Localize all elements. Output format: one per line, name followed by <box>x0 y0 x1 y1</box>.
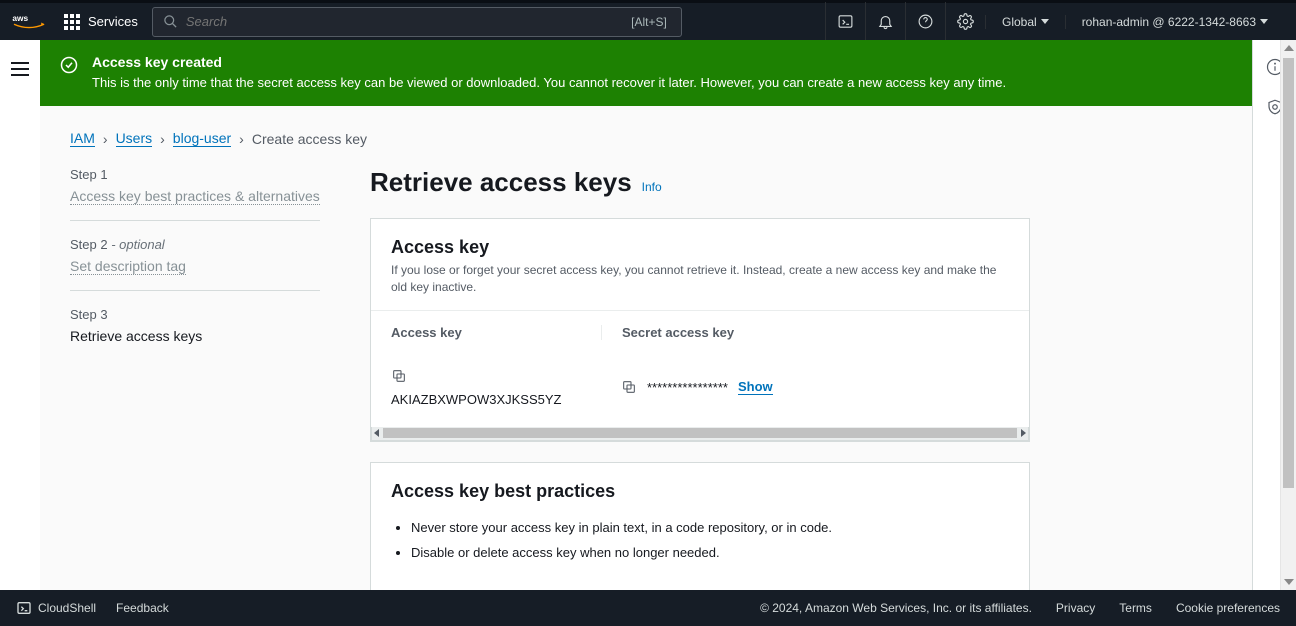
chevron-right-icon: › <box>160 131 165 147</box>
search-box[interactable]: [Alt+S] <box>152 7 682 37</box>
copy-icon[interactable] <box>391 368 407 384</box>
step-number: Step 3 <box>70 307 320 322</box>
list-item: Never store your access key in plain tex… <box>411 520 1009 535</box>
step-1: Step 1 Access key best practices & alter… <box>70 167 320 221</box>
top-icons <box>825 2 985 42</box>
privacy-link[interactable]: Privacy <box>1056 601 1095 615</box>
services-label: Services <box>88 14 138 29</box>
col-access-key: Access key <box>391 325 601 340</box>
top-nav: aws Services [Alt+S] Global rohan-admin … <box>0 0 1296 40</box>
col-secret-key: Secret access key <box>601 325 1009 340</box>
scroll-thumb[interactable] <box>383 428 1017 438</box>
chevron-down-icon <box>1260 19 1268 24</box>
best-practices-panel: Access key best practices Never store yo… <box>370 462 1030 590</box>
grid-icon <box>64 14 80 30</box>
key-value-row: AKIAZBXWPOW3XJKSS5YZ **************** Sh… <box>371 354 1029 427</box>
step-2: Step 2 - optional Set description tag <box>70 237 320 291</box>
svg-text:aws: aws <box>12 12 28 22</box>
step-2-link[interactable]: Set description tag <box>70 258 186 275</box>
cookie-link[interactable]: Cookie preferences <box>1176 601 1280 615</box>
show-secret-link[interactable]: Show <box>738 379 773 395</box>
footer: CloudShell Feedback © 2024, Amazon Web S… <box>0 590 1296 626</box>
help-icon[interactable] <box>905 2 945 42</box>
settings-icon[interactable] <box>945 2 985 42</box>
alert-title: Access key created <box>92 54 1006 70</box>
content-area: IAM › Users › blog-user › Create access … <box>40 106 1252 590</box>
step-number: Step 1 <box>70 167 320 182</box>
copy-icon[interactable] <box>621 379 637 395</box>
aws-logo[interactable]: aws <box>12 12 46 32</box>
breadcrumb-current: Create access key <box>252 131 367 147</box>
chevron-right-icon: › <box>103 131 108 147</box>
feedback-link[interactable]: Feedback <box>116 601 169 615</box>
page-main: Retrieve access keys Info Access key If … <box>370 167 1030 590</box>
panel-title: Access key <box>391 237 1009 258</box>
search-icon <box>163 14 178 29</box>
wizard-steps: Step 1 Access key best practices & alter… <box>70 167 320 376</box>
scroll-thumb[interactable] <box>1283 58 1294 488</box>
secret-key-masked: **************** <box>647 380 728 395</box>
scroll-down-icon[interactable] <box>1281 574 1296 590</box>
main-column: Access key created This is the only time… <box>40 40 1252 590</box>
terms-link[interactable]: Terms <box>1119 601 1152 615</box>
horizontal-scrollbar[interactable] <box>371 427 1029 441</box>
key-header-row: Access key Secret access key <box>371 310 1029 354</box>
step-number: Step 2 - optional <box>70 237 320 252</box>
main-shell: Access key created This is the only time… <box>0 40 1296 590</box>
cloudshell-button[interactable]: CloudShell <box>16 600 96 616</box>
notifications-icon[interactable] <box>865 2 905 42</box>
search-input[interactable] <box>186 14 631 29</box>
chevron-right-icon: › <box>239 131 244 147</box>
access-key-value: AKIAZBXWPOW3XJKSS5YZ <box>391 392 601 407</box>
services-menu[interactable]: Services <box>64 14 138 30</box>
copyright: © 2024, Amazon Web Services, Inc. or its… <box>760 601 1032 615</box>
panel-desc: If you lose or forget your secret access… <box>391 262 1009 296</box>
account-menu[interactable]: rohan-admin @ 6222-1342-8663 <box>1065 15 1284 29</box>
breadcrumb: IAM › Users › blog-user › Create access … <box>70 130 1222 147</box>
info-link[interactable]: Info <box>642 180 662 194</box>
page-title: Retrieve access keys Info <box>370 167 1030 198</box>
list-item: Disable or delete access key when no lon… <box>411 545 1009 560</box>
search-shortcut: [Alt+S] <box>631 15 667 29</box>
hamburger-icon[interactable] <box>11 58 29 80</box>
scroll-right-icon[interactable] <box>1021 429 1026 437</box>
step-1-link[interactable]: Access key best practices & alternatives <box>70 188 320 205</box>
panel-title: Access key best practices <box>391 481 1009 502</box>
region-selector[interactable]: Global <box>985 15 1065 29</box>
access-key-panel: Access key If you lose or forget your se… <box>370 218 1030 442</box>
check-circle-icon <box>60 56 80 77</box>
alert-message: This is the only time that the secret ac… <box>92 74 1006 92</box>
chevron-down-icon <box>1041 19 1049 24</box>
cloudshell-icon[interactable] <box>825 2 865 42</box>
step-3-label: Retrieve access keys <box>70 328 320 344</box>
vertical-scrollbar[interactable] <box>1280 40 1296 590</box>
breadcrumb-iam[interactable]: IAM <box>70 130 95 147</box>
step-3: Step 3 Retrieve access keys <box>70 307 320 360</box>
success-alert: Access key created This is the only time… <box>40 40 1252 106</box>
scroll-left-icon[interactable] <box>374 429 379 437</box>
scroll-up-icon[interactable] <box>1281 40 1296 56</box>
breadcrumb-user[interactable]: blog-user <box>173 130 231 147</box>
side-collapse <box>0 40 40 590</box>
breadcrumb-users[interactable]: Users <box>116 130 153 147</box>
best-practices-list: Never store your access key in plain tex… <box>371 520 1029 590</box>
